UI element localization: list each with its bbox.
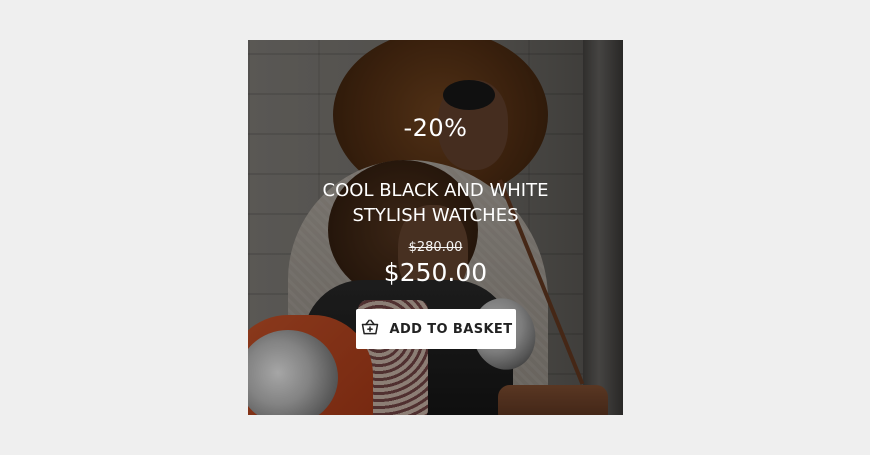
current-price: $250.00	[383, 258, 488, 287]
old-price: $280.00	[408, 240, 463, 255]
discount-badge: -20%	[403, 114, 468, 142]
product-title: COOL BLACK AND WHITE STYLISH WATCHES	[248, 178, 623, 228]
add-to-basket-label: ADD TO BASKET	[389, 321, 513, 337]
product-info: -20% COOL BLACK AND WHITE STYLISH WATCHE…	[248, 40, 623, 415]
product-card: -20% COOL BLACK AND WHITE STYLISH WATCHE…	[248, 40, 623, 415]
product-title-line-1: COOL BLACK AND WHITE	[322, 180, 549, 201]
product-title-line-2: STYLISH WATCHES	[352, 205, 519, 226]
add-to-basket-button[interactable]: ADD TO BASKET	[356, 309, 516, 349]
basket-add-icon	[360, 317, 380, 341]
